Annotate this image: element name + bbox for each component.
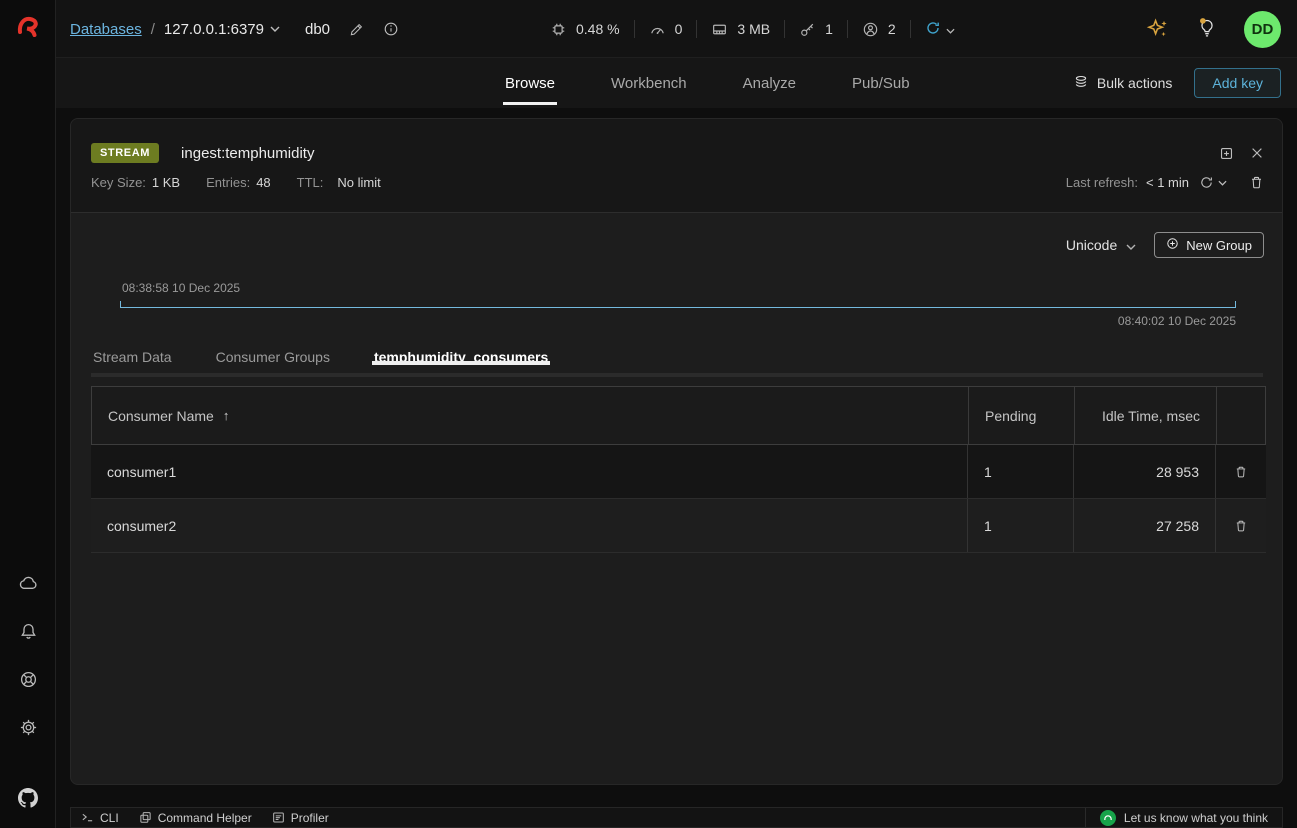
memory-icon bbox=[711, 21, 728, 38]
delete-consumer-trash-icon[interactable] bbox=[1234, 519, 1248, 533]
db-nav-tabs: Browse Workbench Analyze Pub/Sub Bulk ac… bbox=[56, 58, 1297, 108]
edit-pencil-icon[interactable] bbox=[349, 22, 364, 37]
divider bbox=[696, 20, 697, 38]
notifications-bell-icon[interactable] bbox=[17, 620, 39, 642]
copilot-sparkles-icon[interactable] bbox=[1146, 17, 1170, 41]
delete-consumer-trash-icon[interactable] bbox=[1234, 465, 1248, 479]
notifications-lightbulb-icon[interactable] bbox=[1196, 17, 1218, 41]
consumer-name-cell: consumer2 bbox=[91, 499, 968, 552]
idle-time-cell: 27 258 bbox=[1074, 499, 1216, 552]
pending-cell: 1 bbox=[968, 445, 1074, 498]
layers-icon bbox=[1073, 74, 1089, 93]
encoding-select[interactable]: Unicode bbox=[1066, 237, 1136, 253]
add-key-button[interactable]: Add key bbox=[1194, 68, 1281, 98]
memory-stat: 3 MB bbox=[711, 21, 770, 38]
chevron-down-icon bbox=[946, 21, 955, 37]
range-start-label: 08:38:58 10 Dec 2025 bbox=[122, 281, 240, 295]
bottom-toolbar: CLI Command Helper Profiler bbox=[70, 807, 1283, 828]
new-group-button[interactable]: New Group bbox=[1154, 232, 1264, 258]
idle-time-cell: 28 953 bbox=[1074, 445, 1216, 498]
sort-ascending-icon: ↑ bbox=[223, 408, 230, 423]
column-idle-time[interactable]: Idle Time, msec bbox=[1075, 387, 1217, 444]
commands-stat: 0 bbox=[649, 21, 683, 38]
keys-stat: 1 bbox=[799, 21, 833, 38]
key-type-badge: STREAM bbox=[91, 143, 159, 163]
consumer-name-cell: consumer1 bbox=[91, 445, 968, 498]
info-icon[interactable] bbox=[383, 21, 399, 37]
table-row[interactable]: consumer2 1 27 258 bbox=[91, 499, 1266, 553]
column-consumer-name[interactable]: Consumer Name ↑ bbox=[92, 387, 969, 444]
divider bbox=[910, 20, 911, 38]
stream-view: Unicode New Group 08:38:58 10 Dec 2025 bbox=[71, 214, 1282, 784]
profiler-button[interactable]: Profiler bbox=[272, 811, 329, 825]
db-index-label: db0 bbox=[305, 21, 330, 38]
last-refresh: Last refresh: < 1 min bbox=[1066, 175, 1227, 190]
sidebar bbox=[0, 0, 56, 828]
close-icon[interactable] bbox=[1250, 146, 1264, 160]
breadcrumb: Databases / 127.0.0.1:6379 db0 bbox=[70, 0, 399, 58]
key-size: Key Size: 1 KB bbox=[91, 175, 180, 190]
overview-refresh-control[interactable] bbox=[925, 20, 955, 39]
bulk-actions-button[interactable]: Bulk actions bbox=[1073, 74, 1172, 93]
cpu-stat: 0.48 % bbox=[550, 21, 620, 38]
refresh-icon bbox=[925, 20, 941, 39]
command-helper-icon bbox=[139, 811, 152, 824]
github-icon[interactable] bbox=[0, 788, 56, 808]
table-row[interactable]: consumer1 1 28 953 bbox=[91, 445, 1266, 499]
plus-circle-icon bbox=[1166, 237, 1179, 253]
avatar[interactable]: DD bbox=[1244, 11, 1281, 48]
clients-stat: 2 bbox=[862, 21, 896, 38]
cloud-icon[interactable] bbox=[17, 572, 39, 594]
breadcrumb-separator: / bbox=[151, 21, 155, 38]
settings-gear-icon[interactable] bbox=[17, 716, 39, 738]
subtab-consumers[interactable]: temphumidity_consumers bbox=[372, 347, 550, 365]
stream-range-filter: 08:38:58 10 Dec 2025 08:40:02 10 Dec 202… bbox=[120, 276, 1236, 332]
top-header: Databases / 127.0.0.1:6379 db0 bbox=[56, 0, 1297, 58]
key-ttl[interactable]: TTL: No limit bbox=[297, 175, 381, 190]
database-selector[interactable]: 127.0.0.1:6379 bbox=[164, 21, 280, 38]
key-header: STREAM ingest:temphumidity bbox=[71, 119, 1282, 213]
table-header-row: Consumer Name ↑ Pending Idle Time, msec bbox=[91, 386, 1266, 445]
tab-pubsub[interactable]: Pub/Sub bbox=[850, 58, 912, 108]
tab-workbench[interactable]: Workbench bbox=[609, 58, 689, 108]
keys-icon bbox=[799, 21, 816, 38]
range-end-label: 08:40:02 10 Dec 2025 bbox=[1118, 314, 1236, 328]
tab-analyze[interactable]: Analyze bbox=[741, 58, 798, 108]
chevron-down-icon bbox=[270, 26, 280, 32]
profiler-icon bbox=[272, 811, 285, 824]
cli-icon bbox=[81, 811, 94, 824]
breadcrumb-databases-link[interactable]: Databases bbox=[70, 21, 142, 38]
cli-button[interactable]: CLI bbox=[81, 811, 119, 825]
command-helper-button[interactable]: Command Helper bbox=[139, 811, 252, 825]
feedback-icon bbox=[1100, 810, 1116, 826]
divider bbox=[847, 20, 848, 38]
stream-subtabs: Stream Data Consumer Groups temphumidity… bbox=[91, 347, 1263, 377]
key-details-panel: STREAM ingest:temphumidity bbox=[70, 118, 1283, 785]
cpu-icon bbox=[550, 21, 567, 38]
divider bbox=[634, 20, 635, 38]
key-entries: Entries: 48 bbox=[206, 175, 271, 190]
redis-logo[interactable] bbox=[0, 12, 56, 40]
delete-key-trash-icon[interactable] bbox=[1249, 175, 1264, 190]
commands-gauge-icon bbox=[649, 21, 666, 38]
pending-cell: 1 bbox=[968, 499, 1074, 552]
chevron-down-icon bbox=[1126, 237, 1136, 253]
consumers-table: Consumer Name ↑ Pending Idle Time, msec … bbox=[91, 386, 1266, 553]
divider bbox=[784, 20, 785, 38]
subtab-stream-data[interactable]: Stream Data bbox=[91, 347, 174, 365]
range-slider[interactable] bbox=[120, 301, 1236, 308]
tab-browse[interactable]: Browse bbox=[503, 58, 557, 108]
expand-icon[interactable] bbox=[1219, 146, 1234, 161]
clients-icon bbox=[862, 21, 879, 38]
column-pending[interactable]: Pending bbox=[969, 387, 1075, 444]
chevron-down-icon[interactable] bbox=[1218, 180, 1227, 186]
refresh-icon[interactable] bbox=[1199, 175, 1214, 190]
help-lifebuoy-icon[interactable] bbox=[17, 668, 39, 690]
column-actions bbox=[1217, 387, 1267, 444]
redisinsight-app: Databases / 127.0.0.1:6379 db0 bbox=[0, 0, 1297, 828]
feedback-button[interactable]: Let us know what you think bbox=[1085, 808, 1282, 827]
db-overview-stats: 0.48 % 0 3 MB bbox=[550, 0, 955, 58]
key-name[interactable]: ingest:temphumidity bbox=[181, 145, 314, 162]
subtab-consumer-groups[interactable]: Consumer Groups bbox=[214, 347, 332, 365]
